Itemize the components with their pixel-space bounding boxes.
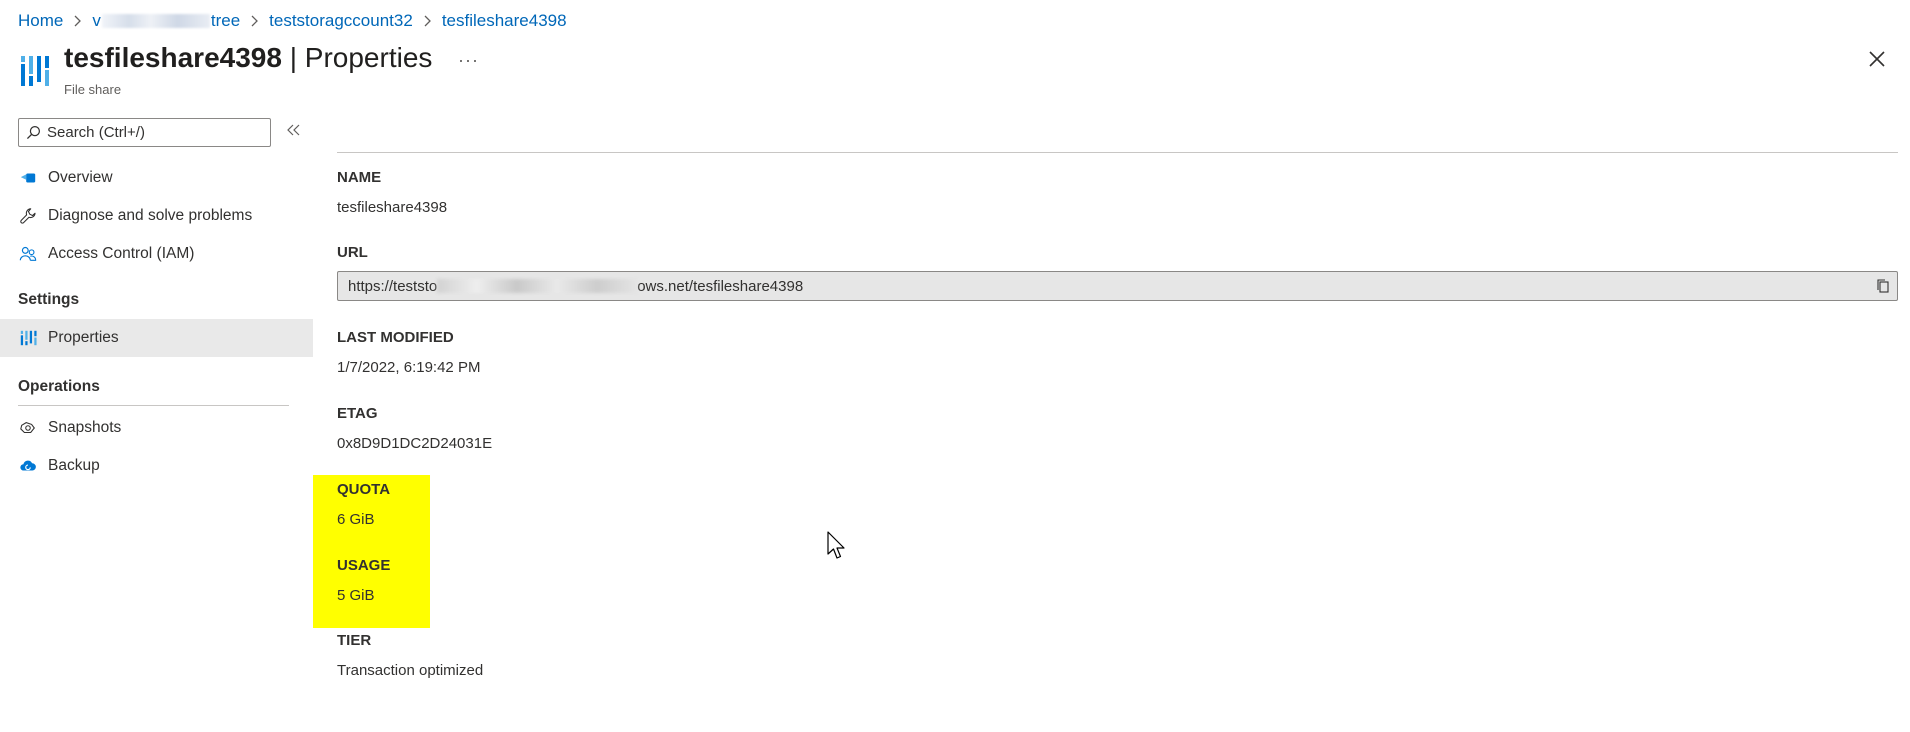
breadcrumb-storage-account[interactable]: teststoragccount32 [269, 11, 413, 31]
redacted-text [101, 14, 210, 28]
search-box[interactable] [18, 118, 271, 147]
search-input[interactable] [47, 124, 257, 141]
sidebar-item-diagnose[interactable]: Diagnose and solve problems [0, 197, 313, 235]
sidebar-item-properties[interactable]: Properties [0, 319, 313, 357]
section-operations: Operations [18, 378, 100, 395]
content-divider [337, 152, 1898, 153]
sidebar-item-label: Snapshots [48, 419, 122, 436]
tier-value: Transaction optimized [337, 662, 484, 679]
chevron-right-icon [73, 15, 82, 27]
more-options-button[interactable]: ··· [458, 50, 479, 71]
url-field[interactable]: https://teststo ows.net/tesfileshare4398 [337, 271, 1898, 301]
snapshots-icon [18, 418, 38, 438]
name-value: tesfileshare4398 [337, 199, 448, 216]
breadcrumb-resource-group-prefix: v [92, 11, 101, 30]
quota-value: 6 GiB [337, 511, 375, 528]
quota-label: QUOTA [337, 481, 391, 498]
blade-name: Properties [304, 42, 433, 73]
people-icon [18, 244, 38, 264]
file-share-icon [21, 56, 49, 86]
last-modified-value: 1/7/2022, 6:19:42 PM [337, 359, 481, 376]
wrench-icon [18, 206, 38, 226]
sidebar-item-access-control[interactable]: Access Control (IAM) [0, 235, 313, 273]
properties-icon [18, 328, 38, 348]
breadcrumb: Home v tree teststoragccount32 tesfilesh… [18, 10, 567, 32]
sidebar-item-snapshots[interactable]: Snapshots [0, 409, 313, 447]
chevron-right-icon [423, 15, 432, 27]
mouse-cursor-icon [827, 531, 845, 559]
page-subtitle: File share [64, 82, 122, 97]
breadcrumb-resource-group[interactable]: v tree [92, 11, 240, 31]
sidebar-item-label: Backup [48, 457, 100, 474]
redacted-text [437, 279, 638, 293]
sidebar-item-label: Access Control (IAM) [48, 245, 195, 262]
name-label: NAME [337, 169, 382, 186]
backup-icon [18, 456, 38, 476]
usage-label: USAGE [337, 557, 391, 574]
breadcrumb-home[interactable]: Home [18, 11, 63, 31]
sidebar-item-label: Properties [48, 329, 119, 346]
page-title: tesfileshare4398 | Properties [64, 42, 432, 74]
etag-value: 0x8D9D1DC2D24031E [337, 435, 493, 452]
overview-icon [18, 168, 38, 188]
sidebar-item-label: Diagnose and solve problems [48, 207, 253, 224]
url-suffix: ows.net/tesfileshare4398 [637, 277, 804, 295]
breadcrumb-resource-group-suffix: tree [210, 11, 241, 30]
sidebar-item-label: Overview [48, 169, 113, 186]
sidebar-item-backup[interactable]: Backup [0, 447, 313, 485]
resource-name: tesfileshare4398 [64, 42, 282, 73]
url-label: URL [337, 244, 368, 261]
section-settings: Settings [18, 291, 80, 308]
search-icon [26, 125, 41, 140]
sidebar-item-overview[interactable]: Overview [0, 159, 313, 197]
section-divider [18, 405, 289, 406]
last-modified-label: LAST MODIFIED [337, 329, 454, 346]
chevron-right-icon [250, 15, 259, 27]
breadcrumb-file-share[interactable]: tesfileshare4398 [442, 11, 567, 31]
collapse-icon[interactable] [286, 122, 302, 138]
close-icon[interactable] [1866, 48, 1888, 70]
tier-label: TIER [337, 632, 372, 649]
url-prefix: https://teststo [348, 277, 438, 295]
title-separator: | [281, 42, 305, 73]
copy-icon[interactable] [1875, 278, 1891, 294]
etag-label: ETAG [337, 405, 378, 422]
usage-value: 5 GiB [337, 587, 375, 604]
